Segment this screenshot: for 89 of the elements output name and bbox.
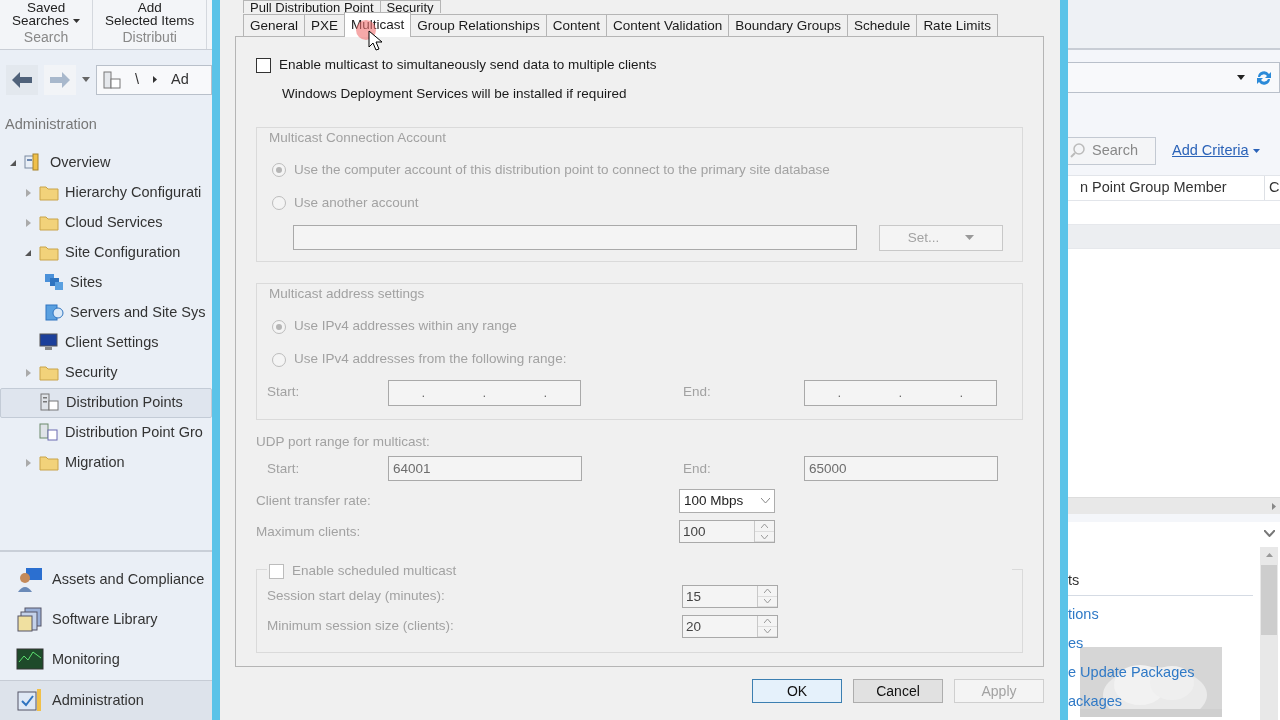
add-criteria-link[interactable]: Add Criteria	[1172, 140, 1260, 163]
breadcrumb-item[interactable]: \	[135, 68, 140, 91]
chevron-right-icon	[153, 76, 158, 83]
caret-icon[interactable]	[82, 77, 90, 82]
task-link[interactable]: ackages	[1068, 691, 1258, 720]
column-header[interactable]: C	[1265, 177, 1280, 199]
chevron-down-icon	[761, 498, 770, 504]
stacked-pages-icon	[16, 606, 44, 634]
server-stack-icon	[44, 272, 64, 293]
field-label: Minimum session size (clients):	[267, 617, 455, 636]
workspace-item[interactable]: Monitoring	[0, 640, 212, 680]
refresh-icon[interactable]	[1255, 68, 1273, 87]
tab[interactable]: Pull Distribution Point	[243, 0, 381, 13]
tree-item[interactable]: Migration	[0, 447, 212, 478]
ribbon-button[interactable]: Saved Searches	[12, 1, 81, 27]
radio-label: Use IPv4 addresses from the following range:	[294, 350, 567, 369]
task-link[interactable]: tions	[1068, 604, 1258, 633]
dialog-button[interactable]: OK	[752, 679, 842, 703]
field-label: Maximum clients:	[256, 522, 362, 541]
section-label: UDP port range for multicast:	[256, 433, 431, 451]
table-row[interactable]	[1068, 224, 1280, 249]
server-group-icon	[39, 422, 59, 443]
dropdown[interactable]: 100 Mbps	[679, 488, 775, 513]
tree-item[interactable]: Hierarchy Configurati	[0, 177, 212, 208]
workspace-item[interactable]: Assets and Compliance	[0, 560, 212, 600]
tree-item[interactable]: Client Settings	[0, 327, 212, 358]
vertical-scrollbar[interactable]	[1260, 547, 1278, 720]
search-icon	[1070, 143, 1086, 160]
checkbox-label: Enable multicast to simultaneously send data to multiple clients	[279, 56, 657, 74]
checkbox-label: Enable scheduled multicast	[292, 562, 457, 581]
task-link[interactable]: es	[1068, 633, 1258, 662]
arrow-left-icon	[12, 71, 32, 88]
forward-button[interactable]	[44, 64, 76, 95]
radio-label: Use another account	[294, 194, 419, 213]
collapsed-arrow-icon[interactable]	[25, 368, 31, 377]
caret-icon	[965, 235, 975, 241]
task-link[interactable]: e Update Packages	[1068, 662, 1258, 691]
workspace-item[interactable]: Administration	[0, 680, 212, 720]
server-icon	[40, 392, 60, 413]
radio-label: Use the computer account of this distribution point to connect to the primary site database	[294, 161, 830, 180]
horizontal-scrollbar[interactable]	[1068, 497, 1280, 514]
note-text: Windows Deployment Services will be installed if required	[282, 85, 628, 104]
tree-item[interactable]: Cloud Services	[0, 207, 212, 238]
arrow-right-icon	[50, 71, 70, 88]
workspace-title: Administration	[5, 115, 98, 134]
tree-item[interactable]: Site Configuration	[0, 237, 212, 268]
expanded-arrow-icon[interactable]	[25, 249, 31, 256]
tree-item[interactable]: Sites	[0, 267, 212, 298]
checkbox[interactable]	[256, 57, 271, 73]
back-button[interactable]	[6, 64, 38, 95]
workspace-item[interactable]: Software Library	[0, 600, 212, 640]
ribbon-group-label: Search	[23, 28, 69, 47]
ribbon-group-label: Distributi	[122, 28, 177, 47]
chevron-down-icon	[1263, 530, 1275, 537]
port-field[interactable]: 65000	[804, 456, 998, 482]
breadcrumb-item[interactable]: Ad	[171, 68, 189, 91]
tab[interactable]: General	[243, 14, 306, 37]
collapsed-arrow-icon[interactable]	[25, 458, 31, 467]
tab[interactable]: Rate Limits	[916, 14, 998, 37]
address-bar[interactable]	[1068, 62, 1280, 94]
computer-user-icon	[16, 566, 44, 594]
server-icon	[44, 302, 64, 323]
tree-item[interactable]: Servers and Site Sys	[0, 297, 212, 328]
field-label: Start:	[267, 383, 301, 402]
dialog-button[interactable]: Cancel	[853, 679, 943, 703]
tree-item[interactable]: Distribution Point Gro	[0, 417, 212, 448]
expanded-arrow-icon[interactable]	[10, 159, 16, 166]
collapsed-arrow-icon[interactable]	[25, 218, 31, 227]
up-arrow-icon	[1265, 553, 1273, 557]
right-arrow-icon	[1272, 502, 1276, 510]
monitor-icon	[39, 332, 59, 353]
server-icon	[103, 70, 121, 89]
address-bar[interactable]: \ Ad	[96, 64, 212, 95]
column-header[interactable]: n Point Group Member	[1068, 176, 1265, 200]
collapsed-arrow-icon[interactable]	[25, 188, 31, 197]
field-label: End:	[683, 459, 712, 478]
tree-item[interactable]: Distribution Points	[0, 387, 212, 418]
tree-item[interactable]: Security	[0, 357, 212, 388]
field-label: Session start delay (minutes):	[267, 587, 446, 606]
tree-item[interactable]: Overview	[0, 147, 212, 178]
caret-icon	[1237, 75, 1245, 81]
port-field[interactable]: 64001	[388, 456, 582, 482]
section-heading: ts	[1068, 570, 1253, 596]
radio-label: Use IPv4 addresses within any range	[294, 317, 517, 336]
field-label: Start:	[267, 459, 301, 478]
ribbon-button[interactable]: Add Selected Items	[105, 1, 195, 27]
caret-icon	[1252, 149, 1260, 154]
field-label: End:	[683, 383, 712, 402]
field-label: Client transfer rate:	[256, 491, 372, 510]
